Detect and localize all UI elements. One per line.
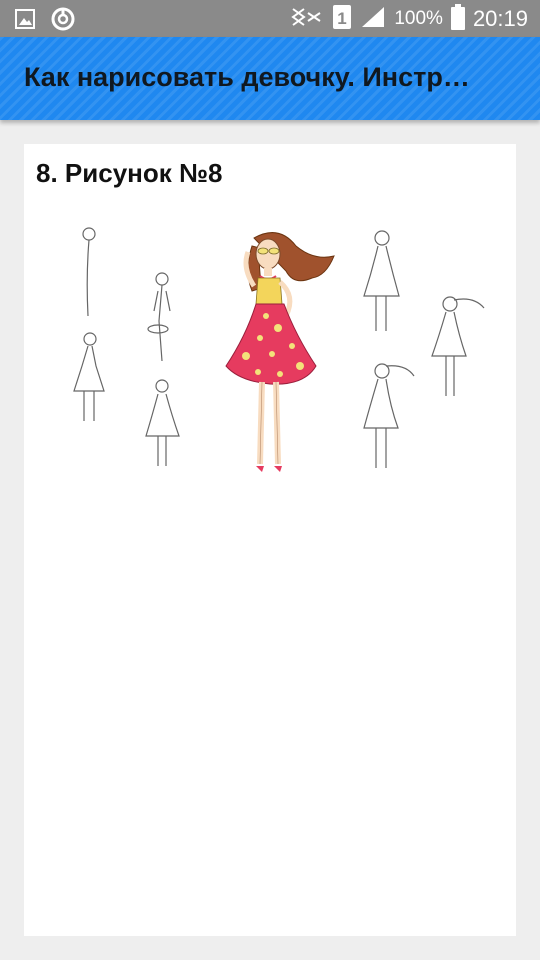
sketch-step-6 (431, 296, 485, 396)
sketch-step-3 (73, 332, 105, 421)
sim-icon: 1 (332, 4, 352, 34)
sketch-step-5 (363, 230, 400, 331)
status-bar: 1 100% 20:19 (0, 0, 540, 37)
sync-icon (50, 6, 76, 36)
signal-icon (360, 5, 386, 33)
battery-icon (450, 4, 465, 34)
battery-percent: 100% (394, 8, 443, 29)
final-girl-drawing (225, 232, 335, 472)
app-title: Как нарисовать девочку. Инстр… (24, 62, 470, 92)
step-title: 8. Рисунок №8 (36, 158, 223, 188)
sketch-step-4 (145, 379, 180, 466)
gallery-icon (14, 8, 36, 34)
sketch-step-1 (82, 227, 96, 317)
mute-icon (290, 5, 324, 33)
content-card: 8. Рисунок №8 (24, 144, 516, 936)
drawing-steps-illustration (73, 227, 485, 472)
sketch-step-7 (363, 363, 415, 468)
app-bar: Как нарисовать девочку. Инстр… (0, 37, 540, 120)
sketch-step-2 (147, 272, 171, 362)
clock: 20:19 (472, 6, 528, 31)
sim-slot-label: 1 (338, 9, 347, 28)
